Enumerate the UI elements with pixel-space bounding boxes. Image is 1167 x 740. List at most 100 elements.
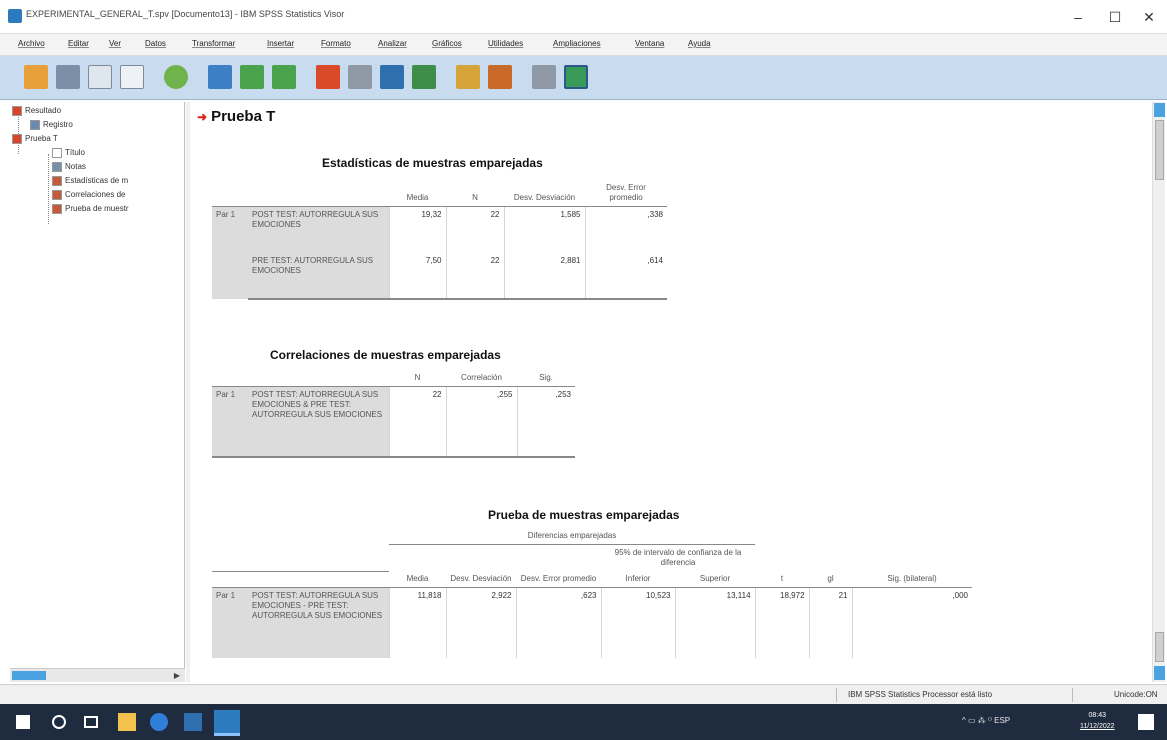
tree-item-estadisticas[interactable]: Estadísticas de m [52, 176, 128, 189]
menu-ventana[interactable]: Ventana [635, 39, 664, 48]
clock[interactable]: 08:43 11/12/2022 [1080, 710, 1115, 732]
print-preview-icon[interactable] [120, 65, 144, 89]
notification-icon[interactable] [1138, 714, 1154, 730]
menu-formato[interactable]: Formato [321, 39, 351, 48]
edge-icon[interactable] [150, 713, 168, 731]
menu-archivo[interactable]: Archivo [18, 39, 45, 48]
designate-window-icon[interactable] [532, 65, 556, 89]
spss-app-icon [8, 9, 22, 23]
cell-error: ,623 [515, 587, 601, 658]
menu-bar: Archivo Editar Ver Datos Transformar Ins… [0, 34, 1167, 56]
row-label: PRE TEST: AUTORREGULA SUS EMOCIONES [248, 252, 389, 300]
scroll-down-icon[interactable] [1154, 666, 1165, 680]
paired-statistics-table[interactable]: Media N Desv. Desviación Desv. Error pro… [212, 180, 667, 300]
close-button[interactable]: ✕ [1131, 5, 1167, 29]
heading-arrow-icon: ➜ [197, 110, 208, 124]
col-media: Media [389, 180, 446, 207]
goto-case-icon[interactable] [348, 65, 372, 89]
system-tray-icons[interactable]: ^ ▭ ⁂ ⁽⁾ ESP [962, 716, 1010, 725]
cell-desv: 2,922 [445, 587, 516, 658]
show-all-icon[interactable] [456, 65, 480, 89]
notes-icon [52, 162, 62, 172]
save-icon[interactable] [56, 65, 80, 89]
open-icon[interactable] [24, 65, 48, 89]
menu-ver[interactable]: Ver [109, 39, 121, 48]
col-correlacion: Correlación [446, 370, 517, 387]
row-label: POST TEST: AUTORREGULA SUS EMOCIONES & P… [248, 386, 389, 458]
tree-item-registro[interactable]: Registro [30, 120, 73, 133]
table-icon [52, 204, 62, 214]
redo-icon[interactable] [272, 65, 296, 89]
scroll-thumb-lower[interactable] [1155, 632, 1164, 662]
tree-item-resultado[interactable]: Resultado [12, 106, 61, 119]
windows-start-icon[interactable] [16, 715, 30, 729]
cell-gl: 21 [808, 587, 853, 658]
menu-ayuda[interactable]: Ayuda [688, 39, 711, 48]
file-explorer-icon[interactable] [118, 713, 136, 731]
paired-correlations-table[interactable]: N Correlación Sig. Par 1 POST TEST: AUTO… [212, 370, 575, 458]
output-vertical-scrollbar[interactable] [1152, 102, 1165, 682]
output-book-icon [12, 106, 22, 116]
cell-error: ,614 [584, 252, 667, 300]
recall-dialog-icon[interactable] [208, 65, 232, 89]
menu-graficos[interactable]: Gráficos [432, 39, 462, 48]
word-icon[interactable] [184, 713, 202, 731]
goto-variable-icon[interactable] [380, 65, 404, 89]
scroll-thumb[interactable] [12, 671, 46, 680]
col-inferior: Inferior [601, 571, 675, 588]
menu-analizar[interactable]: Analizar [378, 39, 407, 48]
log-icon [30, 120, 40, 130]
table2-title: Correlaciones de muestras emparejadas [270, 348, 501, 362]
col-n: N [389, 370, 446, 387]
col-media: Media [389, 544, 446, 588]
col-n: N [446, 180, 504, 207]
cell-correlacion: ,255 [445, 386, 517, 458]
print-icon[interactable] [88, 65, 112, 89]
par-label: Par 1 [212, 206, 248, 299]
maximize-button[interactable]: ☐ [1097, 5, 1133, 29]
tree-item-prueba-t[interactable]: Prueba T [12, 134, 58, 147]
table-row: Par 1 POST TEST: AUTORREGULA SUS EMOCION… [212, 206, 667, 299]
minimize-button[interactable]: – [1060, 5, 1096, 29]
menu-ampliaciones[interactable]: Ampliaciones [553, 39, 601, 48]
menu-datos[interactable]: Datos [145, 39, 166, 48]
menu-utilidades[interactable]: Utilidades [488, 39, 523, 48]
variables-icon[interactable] [412, 65, 436, 89]
table-icon [52, 190, 62, 200]
outline-horizontal-scrollbar[interactable]: ▶ [10, 668, 185, 682]
insert-heading-icon[interactable] [564, 65, 588, 89]
pane-splitter[interactable] [186, 102, 190, 682]
window-title: EXPERIMENTAL_GENERAL_T.spv [Documento13]… [26, 9, 345, 19]
menu-editar[interactable]: Editar [68, 39, 89, 48]
scroll-up-icon[interactable] [1154, 103, 1165, 117]
menu-insertar[interactable]: Insertar [267, 39, 294, 48]
task-view-icon[interactable] [84, 716, 98, 728]
tree-item-correlaciones[interactable]: Correlaciones de [52, 190, 125, 203]
tree-item-prueba-muestras[interactable]: Prueba de muestr [52, 204, 129, 217]
col-sig: Sig. (bilateral) [852, 544, 973, 588]
cell-error: ,338 [584, 206, 667, 253]
cell-n: 22 [445, 252, 504, 300]
menu-transformar[interactable]: Transformar [192, 39, 235, 48]
tree-item-titulo[interactable]: Título [52, 148, 85, 161]
unicode-status: Unicode:ON [1114, 690, 1158, 699]
cell-media: 19,32 [388, 206, 446, 253]
spss-taskbar-icon[interactable] [214, 710, 240, 736]
table1-title: Estadísticas de muestras emparejadas [322, 156, 543, 170]
cell-media: 11,818 [388, 587, 446, 658]
output-heading: ➜ Prueba T [197, 108, 276, 125]
tree-item-notas[interactable]: Notas [52, 162, 86, 175]
col-desv: Desv. Desviación [504, 180, 585, 207]
hide-icon[interactable] [488, 65, 512, 89]
search-icon[interactable] [52, 715, 66, 729]
scroll-thumb[interactable] [1155, 120, 1164, 180]
cell-superior: 13,114 [674, 587, 756, 658]
export-icon[interactable] [164, 65, 188, 89]
paired-samples-test-table[interactable]: Diferencias emparejadas Media Desv. Desv… [212, 528, 973, 658]
cell-sig: ,253 [516, 386, 575, 458]
scroll-right-icon[interactable]: ▶ [171, 670, 183, 681]
col-desv: Desv. Desviación [446, 544, 516, 588]
undo-icon[interactable] [240, 65, 264, 89]
row-label: POST TEST: AUTORREGULA SUS EMOCIONES - P… [248, 587, 389, 658]
goto-data-icon[interactable] [316, 65, 340, 89]
